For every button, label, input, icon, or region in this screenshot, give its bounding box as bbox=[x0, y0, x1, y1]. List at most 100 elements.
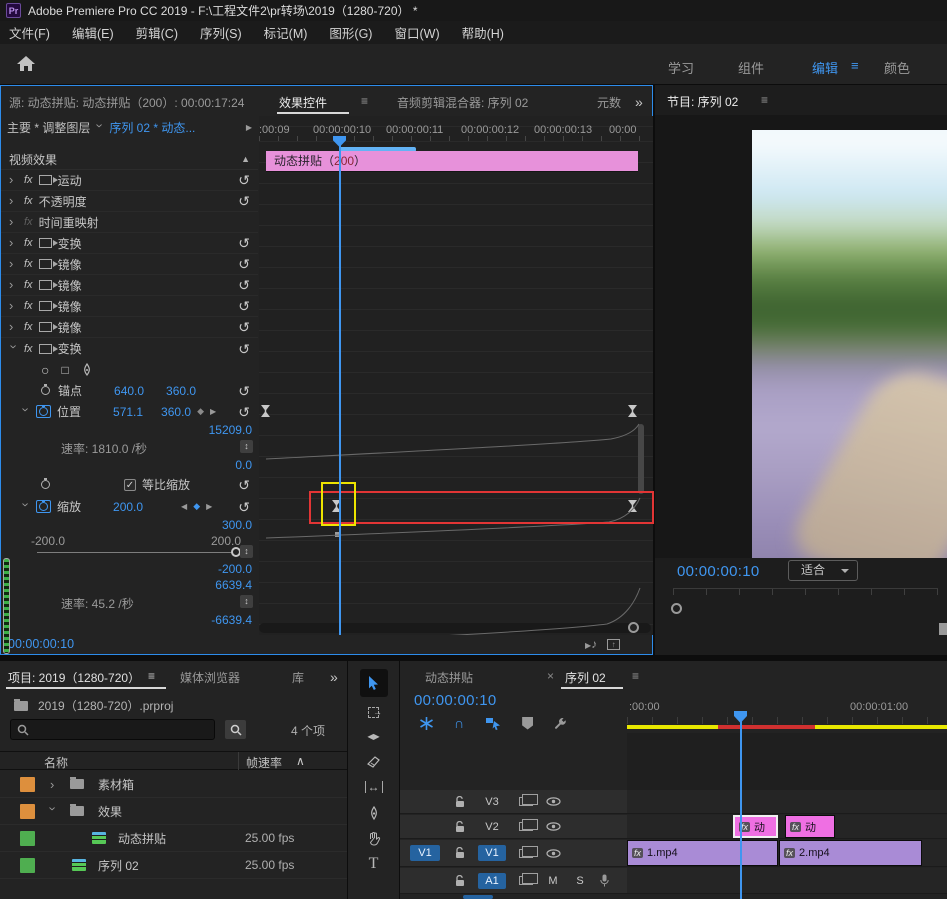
timeline-settings-wrench-icon[interactable] bbox=[554, 717, 567, 730]
chevron-right-icon[interactable]: › bbox=[50, 777, 54, 792]
fx-icon[interactable]: fx bbox=[24, 195, 33, 207]
item-name[interactable]: 素材箱 bbox=[98, 776, 134, 793]
sort-ascending-icon[interactable]: ∧ bbox=[296, 754, 305, 768]
track-v1-header[interactable]: V1 V1 bbox=[400, 840, 627, 866]
workspace-tab-learning[interactable]: 学习 bbox=[668, 58, 694, 77]
column-divider[interactable] bbox=[238, 752, 239, 770]
add-marker-icon[interactable] bbox=[522, 716, 534, 730]
menu-window[interactable]: 窗口(W) bbox=[394, 23, 439, 42]
play-icon[interactable]: ▶ bbox=[246, 123, 252, 132]
hand-tool[interactable] bbox=[348, 831, 399, 846]
program-scrollbar-knob[interactable] bbox=[671, 603, 682, 614]
search-input[interactable] bbox=[34, 722, 194, 737]
effect-row-mirror[interactable]: › fx 镜像 ↺ bbox=[1, 275, 258, 296]
chevron-right-icon[interactable]: › bbox=[9, 299, 18, 312]
project-breadcrumb[interactable]: 2019（1280-720）.prproj bbox=[14, 697, 173, 714]
pen-mask-icon[interactable] bbox=[81, 362, 93, 377]
timeline-ruler[interactable] bbox=[627, 717, 947, 724]
lock-icon[interactable] bbox=[455, 795, 465, 808]
track-name[interactable]: V1 bbox=[478, 845, 506, 861]
effect-row-opacity[interactable]: › fx 不透明度 ↺ bbox=[1, 191, 258, 212]
workspace-tab-color[interactable]: 颜色 bbox=[884, 58, 910, 77]
ellipse-mask-icon[interactable]: ○ bbox=[41, 362, 49, 378]
tab-effect-controls[interactable]: 效果控件 bbox=[279, 94, 327, 111]
effect-controls-panel-menu-icon[interactable]: ≡ bbox=[361, 94, 368, 108]
position-x-value[interactable]: 571.1 bbox=[113, 405, 143, 419]
fx-icon[interactable]: fx bbox=[24, 174, 33, 186]
next-keyframe-icon[interactable]: ▶ bbox=[206, 502, 212, 511]
workspace-tab-assembly[interactable]: 组件 bbox=[738, 58, 764, 77]
rect-mask-icon[interactable]: □ bbox=[61, 363, 68, 377]
effect-row-transform[interactable]: › fx 变换 ↺ bbox=[1, 233, 258, 254]
reset-icon[interactable]: ↺ bbox=[238, 194, 250, 208]
reset-icon[interactable]: ↺ bbox=[238, 320, 250, 334]
item-name[interactable]: 效果 bbox=[98, 803, 122, 820]
effect-row-mirror[interactable]: › fx 镜像 ↺ bbox=[1, 296, 258, 317]
track-v2-header[interactable]: V2 bbox=[400, 815, 627, 838]
track-a1-header[interactable]: A1 M S bbox=[400, 868, 627, 893]
clip-2mp4[interactable]: fx 2.mp4 bbox=[779, 840, 922, 866]
program-mini-ruler[interactable] bbox=[673, 588, 938, 595]
reset-icon[interactable]: ↺ bbox=[238, 299, 250, 313]
slip-tool[interactable]: ↔ bbox=[348, 781, 399, 793]
effect-row-mirror[interactable]: › fx 镜像 ↺ bbox=[1, 317, 258, 338]
effect-name[interactable]: 镜像 bbox=[58, 277, 82, 294]
expand-graph-icon[interactable]: ↕ bbox=[240, 595, 253, 608]
prev-keyframe-icon[interactable]: ◀ bbox=[181, 502, 187, 511]
anchor-x-value[interactable]: 640.0 bbox=[114, 384, 144, 398]
project-tab[interactable]: 项目: 2019（1280-720） bbox=[8, 669, 140, 686]
fx-icon[interactable]: fx bbox=[24, 258, 33, 270]
sequence-clip-label[interactable]: 序列 02 * 动态... bbox=[109, 119, 195, 136]
chevron-right-icon[interactable]: › bbox=[9, 236, 18, 249]
effect-name[interactable]: 镜像 bbox=[58, 298, 82, 315]
master-clip-label[interactable]: 主要 * 调整图层 bbox=[7, 119, 90, 136]
chevron-right-icon[interactable]: › bbox=[9, 215, 18, 228]
stopwatch-icon-active[interactable] bbox=[39, 500, 48, 511]
chevron-right-icon[interactable]: › bbox=[9, 257, 18, 270]
project-row-sequence[interactable]: 动态拼贴 25.00 fps bbox=[0, 825, 347, 852]
position-y-value[interactable]: 360.0 bbox=[161, 405, 191, 419]
clip-1mp4[interactable]: fx 1.mp4 bbox=[627, 840, 778, 866]
chevron-down-icon[interactable]: › bbox=[93, 123, 108, 132]
project-panel-menu-icon[interactable]: ≡ bbox=[148, 669, 155, 683]
chevron-down-icon[interactable]: › bbox=[19, 502, 34, 511]
menu-markers[interactable]: 标记(M) bbox=[264, 23, 308, 42]
expand-graph-icon[interactable]: ↕ bbox=[240, 545, 253, 558]
close-tab-icon[interactable]: × bbox=[547, 669, 554, 683]
sync-lock-icon[interactable] bbox=[519, 873, 538, 885]
zoom-level-select[interactable]: 适合 bbox=[788, 560, 858, 581]
effect-name[interactable]: 镜像 bbox=[58, 256, 82, 273]
sync-lock-icon[interactable] bbox=[519, 819, 538, 831]
track-select-tool[interactable] bbox=[348, 707, 399, 718]
lock-icon[interactable] bbox=[455, 874, 465, 887]
expand-graph-icon[interactable]: ↕ bbox=[240, 440, 253, 453]
mute-button[interactable]: M bbox=[546, 875, 560, 887]
project-row-bin[interactable]: › 素材箱 bbox=[0, 771, 347, 798]
linked-selection-icon[interactable] bbox=[485, 717, 501, 730]
chevron-down-icon[interactable]: › bbox=[46, 807, 61, 816]
sync-lock-icon[interactable] bbox=[519, 794, 538, 806]
effect-row-mirror[interactable]: › fx 镜像 ↺ bbox=[1, 254, 258, 275]
scale-value[interactable]: 200.0 bbox=[113, 500, 143, 514]
razor-tool[interactable] bbox=[348, 755, 399, 768]
anchor-y-value[interactable]: 360.0 bbox=[166, 384, 196, 398]
stopwatch-icon[interactable] bbox=[41, 478, 50, 489]
fx-icon[interactable]: fx bbox=[24, 343, 33, 355]
add-keyframe-icon[interactable]: ◆ bbox=[197, 406, 204, 417]
folder-up-icon[interactable] bbox=[14, 698, 28, 711]
audio-meter-strip[interactable] bbox=[3, 558, 10, 654]
track-v3-header[interactable]: V3 bbox=[400, 790, 627, 813]
timeline-tab-active[interactable]: 序列 02 bbox=[565, 669, 606, 686]
effect-name[interactable]: 不透明度 bbox=[39, 193, 87, 210]
play-audio-icon[interactable]: ▶♪ bbox=[585, 637, 597, 651]
collapse-icon[interactable]: ▲ bbox=[241, 154, 250, 164]
chevron-right-icon[interactable]: › bbox=[9, 278, 18, 291]
media-browser-tab[interactable]: 媒体浏览器 bbox=[180, 669, 240, 686]
program-timecode[interactable]: 00:00:00:10 bbox=[677, 563, 760, 580]
project-search[interactable] bbox=[10, 719, 215, 740]
sync-lock-icon[interactable] bbox=[519, 845, 538, 858]
project-row-bin[interactable]: › 效果 bbox=[0, 798, 347, 825]
reset-icon[interactable]: ↺ bbox=[238, 257, 250, 271]
menu-edit[interactable]: 编辑(E) bbox=[72, 23, 114, 42]
chevron-right-icon[interactable]: › bbox=[9, 194, 18, 207]
